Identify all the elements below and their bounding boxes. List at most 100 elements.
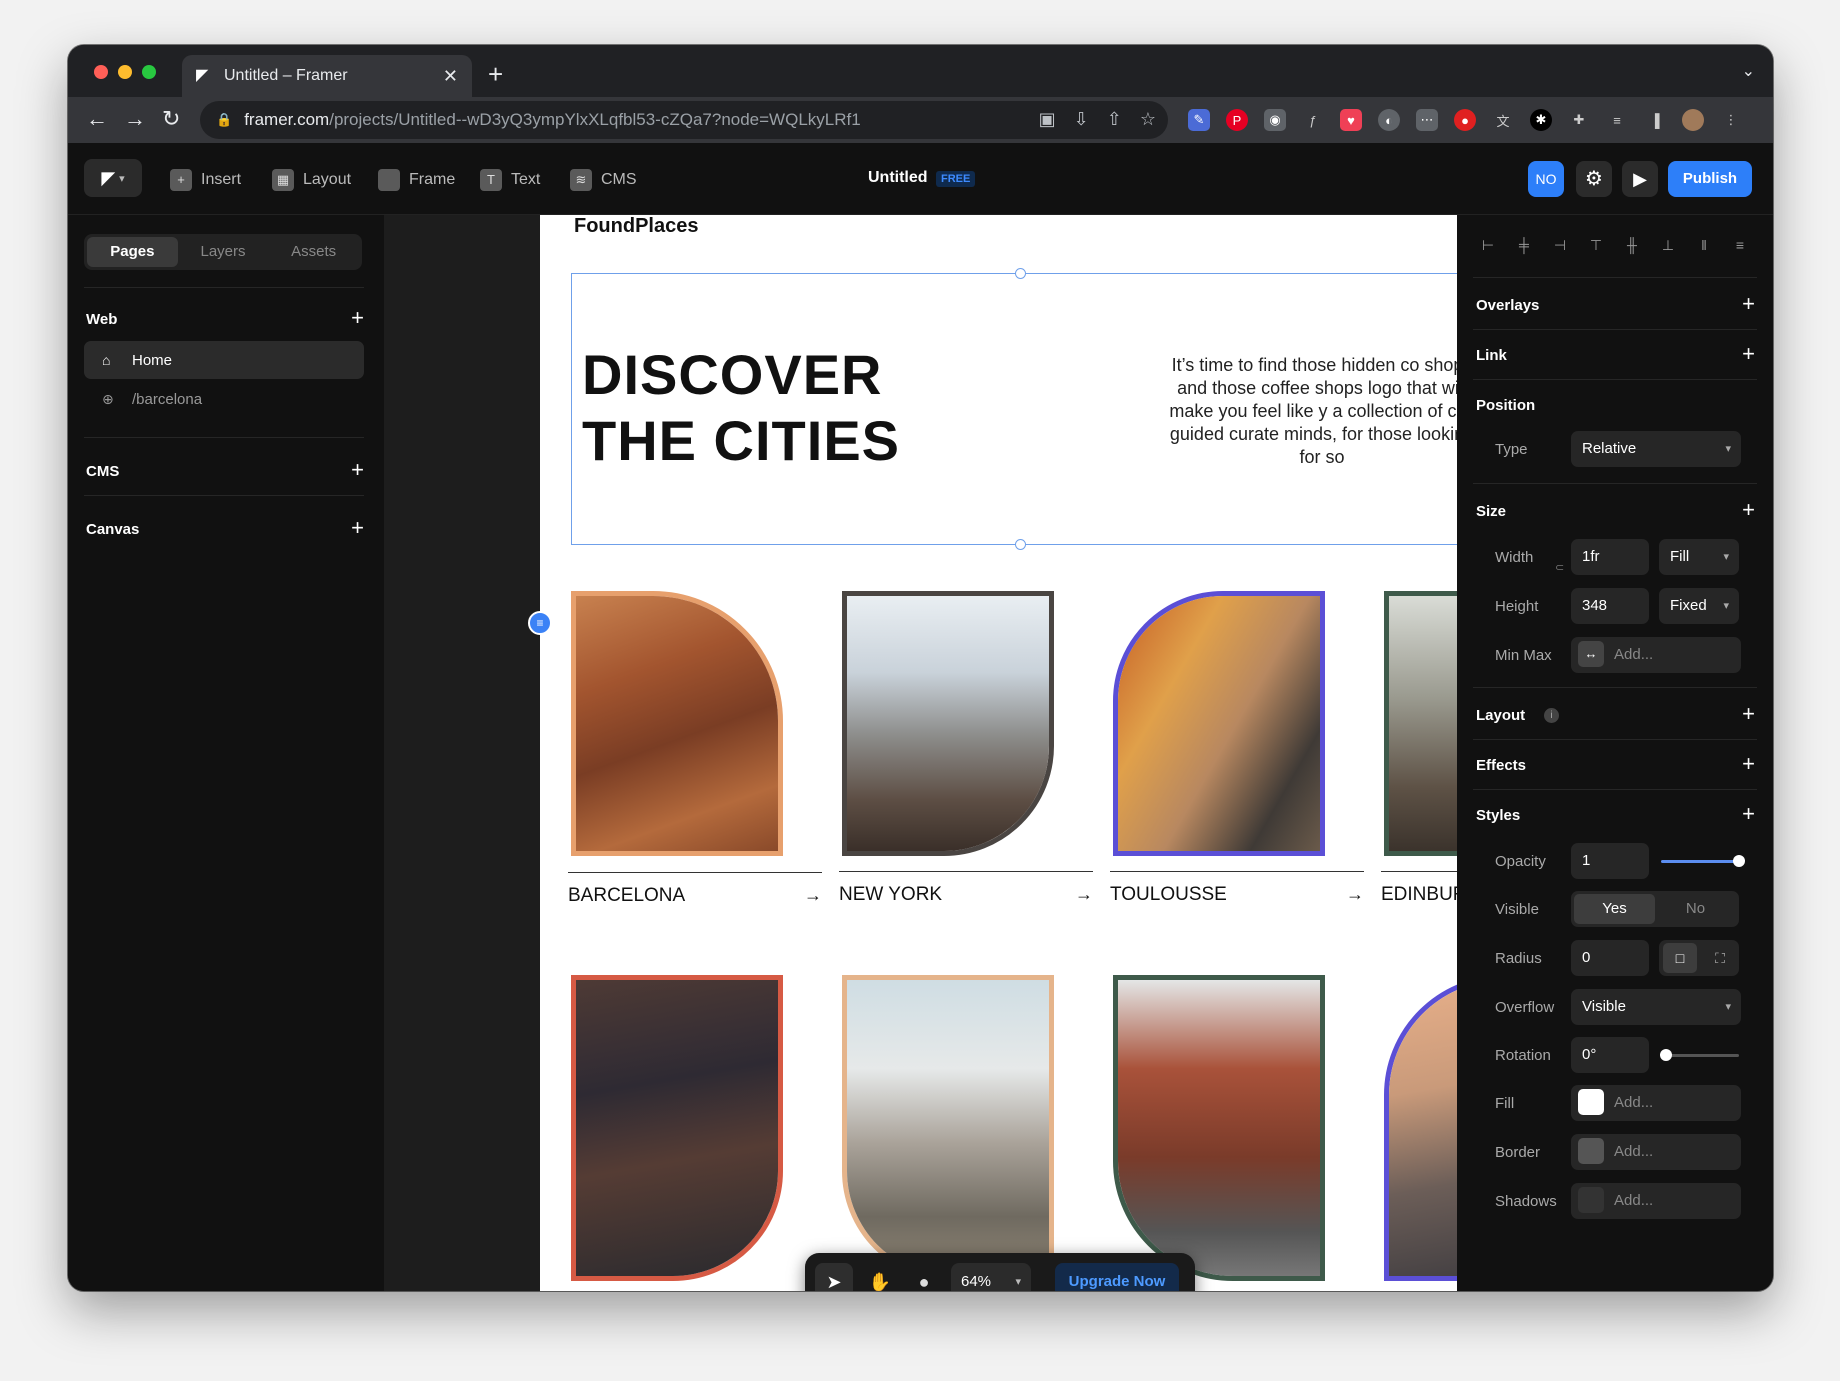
minimize-window-button[interactable] (118, 65, 132, 79)
preview-play-icon[interactable]: ▶ (1622, 161, 1658, 197)
city-card-toulousse[interactable] (1113, 591, 1325, 856)
address-bar[interactable]: 🔒 framer.com/projects/Untitled--wD3yQ3ym… (200, 101, 1168, 139)
zoom-select[interactable]: 64% ▾ (951, 1263, 1031, 1291)
rotation-input[interactable]: 0° (1571, 1037, 1649, 1073)
visible-no-option[interactable]: No (1655, 894, 1736, 924)
comment-icon[interactable]: ● (905, 1263, 943, 1291)
install-icon[interactable]: ⇩ (1074, 109, 1089, 130)
rotation-slider[interactable] (1661, 1054, 1739, 1057)
puzzle-extensions-icon[interactable]: ✚ (1568, 109, 1590, 131)
invite-avatar-button[interactable]: NO (1528, 161, 1564, 197)
red-extension-icon[interactable]: ● (1454, 109, 1476, 131)
opacity-slider[interactable] (1661, 860, 1739, 863)
back-arrow-icon[interactable]: ← (86, 106, 108, 132)
opacity-slider-knob[interactable] (1733, 855, 1745, 867)
distribute-v-icon[interactable]: ≡ (1731, 237, 1749, 255)
add-overlay-plus-icon[interactable]: + (1742, 291, 1755, 317)
resize-handle-top[interactable] (1015, 268, 1026, 279)
hero-title[interactable]: DISCOVER THE CITIES (582, 342, 900, 474)
city-card-paris[interactable] (842, 975, 1054, 1281)
link-dimensions-icon[interactable]: ⊂ (1555, 561, 1564, 574)
shadows-swatch[interactable] (1578, 1186, 1604, 1213)
add-canvas-plus-icon[interactable]: + (351, 515, 364, 541)
insert-button[interactable]: + Insert (170, 169, 241, 191)
function-icon[interactable]: ƒ (1302, 109, 1324, 131)
forward-arrow-icon[interactable]: → (124, 106, 146, 132)
upgrade-now-button[interactable]: Upgrade Now (1055, 1263, 1179, 1291)
pocket-icon[interactable]: ♥ (1340, 109, 1362, 131)
add-size-plus-icon[interactable]: + (1742, 497, 1755, 523)
width-input[interactable]: 1fr (1571, 539, 1649, 575)
tab-assets[interactable]: Assets (268, 237, 359, 267)
city-link-toulousse[interactable]: TOULOUSSE → (1110, 871, 1364, 917)
browser-menu-icon[interactable]: ⋮ (1720, 109, 1742, 131)
height-input[interactable]: 348 (1571, 588, 1649, 624)
settings-gear-icon[interactable]: ⚙ (1576, 161, 1612, 197)
fill-field[interactable]: Add... (1571, 1085, 1741, 1121)
city-link-new-york[interactable]: NEW YORK → (839, 871, 1093, 917)
city-card-barcelona[interactable] (571, 591, 783, 856)
overflow-select[interactable]: Visible ▾ (1571, 989, 1741, 1025)
hero-description[interactable]: It’s time to find those hidden co shops … (1162, 354, 1457, 469)
new-tab-button[interactable]: + (488, 59, 503, 90)
border-field[interactable]: Add... (1571, 1134, 1741, 1170)
hero-section-selected[interactable]: DISCOVER THE CITIES It’s time to find tho… (571, 268, 1457, 550)
site-brand[interactable]: FoundPlaces (574, 215, 698, 238)
add-page-plus-icon[interactable]: + (351, 305, 364, 331)
city-card-edinburgh[interactable] (1384, 591, 1457, 856)
width-mode-select[interactable]: Fill ▾ (1659, 539, 1739, 575)
add-cms-plus-icon[interactable]: + (351, 457, 364, 483)
translate-icon[interactable]: 文 (1492, 109, 1514, 131)
height-mode-select[interactable]: Fixed ▾ (1659, 588, 1739, 624)
hand-tool-icon[interactable]: ✋ (861, 1263, 899, 1291)
radius-input[interactable]: 0 (1571, 940, 1649, 976)
page-frame[interactable]: FoundPlaces DISCOVER THE CITIES It’s time… (540, 215, 1457, 1291)
reading-list-icon[interactable]: ≡ (1606, 109, 1628, 131)
pinterest-icon[interactable]: P (1226, 109, 1248, 131)
share-icon[interactable]: ⇧ (1107, 109, 1122, 130)
camera-icon[interactable]: ◉ (1264, 109, 1286, 131)
city-card-street[interactable] (1113, 975, 1325, 1281)
fill-swatch[interactable] (1578, 1088, 1604, 1115)
project-title[interactable]: Untitled (868, 169, 928, 187)
text-button[interactable]: T Text (480, 169, 540, 191)
info-icon[interactable]: i (1544, 708, 1559, 723)
resize-handle-bottom[interactable] (1015, 539, 1026, 550)
publish-button[interactable]: Publish (1668, 161, 1752, 197)
dots-extension-icon[interactable]: ⋯ (1416, 109, 1438, 131)
tab-pages[interactable]: Pages (87, 237, 178, 267)
shadows-field[interactable]: Add... (1571, 1183, 1741, 1219)
frame-button[interactable]: Frame (378, 169, 455, 191)
close-tab-icon[interactable]: ✕ (443, 66, 458, 87)
openai-icon[interactable]: ✱ (1530, 109, 1552, 131)
clipboard-icon[interactable]: ▣ (1039, 109, 1056, 130)
city-link-edinburgh[interactable]: EDINBUR→ (1381, 871, 1457, 917)
framer-main-menu[interactable]: ◤ ▾ (84, 159, 142, 197)
align-right-icon[interactable]: ⊣ (1551, 237, 1569, 255)
layout-button[interactable]: ▦ Layout (272, 169, 351, 191)
add-styles-plus-icon[interactable]: + (1742, 801, 1755, 827)
city-link-barcelona[interactable]: BARCELONA → (568, 872, 822, 918)
tab-layers[interactable]: Layers (178, 237, 269, 267)
radius-individual-icon[interactable]: ⛶ (1703, 943, 1737, 973)
select-cursor-icon[interactable]: ➤ (815, 1263, 853, 1291)
circle-extension-icon[interactable]: ◐ (1378, 109, 1400, 131)
add-layout-plus-icon[interactable]: + (1742, 701, 1755, 727)
reload-icon[interactable]: ↻ (162, 106, 180, 132)
minmax-field[interactable]: ↔ Add... (1571, 637, 1741, 673)
visible-yes-option[interactable]: Yes (1574, 894, 1655, 924)
position-type-select[interactable]: Relative ▾ (1571, 431, 1741, 467)
page-item-home[interactable]: ⌂ Home (84, 341, 364, 379)
design-canvas[interactable]: FoundPlaces DISCOVER THE CITIES It’s time… (384, 215, 1457, 1291)
cms-button[interactable]: ≋ CMS (570, 169, 637, 191)
radius-all-icon[interactable]: □ (1663, 943, 1697, 973)
align-top-icon[interactable]: ⊤ (1587, 237, 1605, 255)
city-card-london[interactable] (571, 975, 783, 1281)
opacity-input[interactable]: 1 (1571, 843, 1649, 879)
close-window-button[interactable] (94, 65, 108, 79)
stack-handle-icon[interactable]: ≡ (528, 611, 552, 635)
align-left-icon[interactable]: ⊢ (1479, 237, 1497, 255)
page-item-barcelona[interactable]: ⊕ /barcelona (84, 380, 364, 418)
distribute-h-icon[interactable]: ‖ (1695, 237, 1713, 255)
align-center-h-icon[interactable]: ╪ (1515, 237, 1533, 255)
